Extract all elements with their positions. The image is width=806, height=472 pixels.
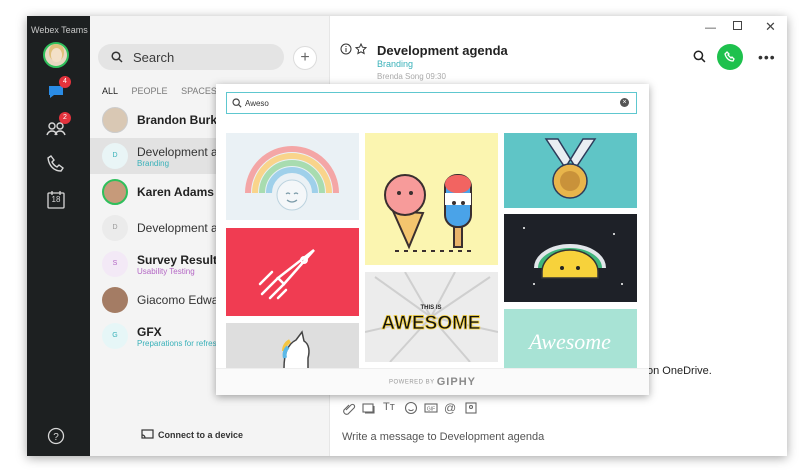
call-button[interactable] [717,44,743,70]
gif-rocket[interactable] [226,228,359,316]
avatar [102,107,128,133]
maximize-icon[interactable] [733,21,742,30]
phone-icon [724,51,735,62]
gif-small-text: THIS IS [420,305,441,311]
screenshot-icon[interactable] [362,401,376,415]
list-item-subtitle: Preparations for refresh [137,339,222,348]
help-icon[interactable]: ? [45,425,67,447]
add-button[interactable]: + [293,46,317,70]
list-item-name: GFX [137,325,162,339]
teams-icon[interactable]: 2 [45,112,71,139]
avatar [102,179,128,205]
search-icon[interactable] [693,50,706,63]
gif-space-taco[interactable] [504,214,637,302]
avatar: D [102,215,128,241]
search-bar[interactable]: Search [98,44,284,70]
message-header: Brenda Song 09:30 [377,72,446,81]
message-input[interactable]: Write a message to Development agenda [342,431,544,443]
message-text: on OneDrive. [647,365,712,377]
gif-medal[interactable] [504,133,637,208]
mention-icon[interactable]: @ [444,401,458,415]
giphy-picker: × [216,84,649,395]
filter-people[interactable]: PEOPLE [132,86,168,96]
connect-device-label: Connect to a device [158,430,244,440]
giphy-search-input[interactable] [245,96,605,110]
emoji-icon[interactable] [404,401,418,415]
giphy-attribution: POWERED BY GIPHY [216,368,649,395]
calendar-icon[interactable]: 18 [45,189,67,211]
cast-icon [141,429,154,439]
list-item-name: Brandon Burke [137,113,224,127]
star-icon[interactable] [355,43,367,55]
gif-rainbow[interactable] [226,133,359,220]
clear-icon[interactable]: × [620,98,629,107]
avatar [102,287,128,313]
whiteboard-icon[interactable] [464,401,478,415]
giphy-search-field[interactable]: × [226,92,637,114]
svg-text:?: ? [53,432,59,443]
navigation-rail: Webex Teams 4 2 18 ? [27,16,90,456]
powered-by-label: POWERED BY [389,379,435,386]
teams-badge: 2 [59,112,71,124]
info-icon[interactable] [340,43,352,55]
format-text-icon[interactable]: Tт [383,401,397,415]
close-icon[interactable]: ✕ [765,19,776,35]
list-item-name: Survey Results [137,253,224,267]
more-options-icon[interactable]: ••• [758,49,776,65]
avatar: S [102,251,128,277]
gif-script-text: Awesome [527,329,611,354]
list-item-subtitle: Branding [137,159,170,168]
gif-icon[interactable]: GIF [424,401,438,415]
minimize-icon[interactable]: — [705,22,716,34]
list-item-name: Karen Adams [137,185,214,199]
attachment-icon[interactable] [342,401,356,415]
messages-badge: 4 [59,76,71,88]
gif-banner-text: AWESOME [381,313,480,334]
giphy-logo: GIPHY [436,376,476,388]
space-subtitle[interactable]: Branding [377,59,413,69]
space-title: Development agenda [377,43,508,58]
avatar: D [102,143,128,169]
avatar: G [102,323,128,349]
user-avatar[interactable] [43,42,69,68]
svg-text:GIF: GIF [427,407,435,413]
search-icon [232,98,242,108]
list-item-subtitle: Usability Testing [137,267,195,276]
filter-spaces[interactable]: SPACES [181,86,217,96]
connect-device-button[interactable]: Connect to a device [141,429,244,440]
gif-awesome-banner[interactable]: THIS IS AWESOME [365,272,498,362]
messages-icon[interactable]: 4 [45,76,71,103]
calendar-day: 18 [51,195,61,204]
search-icon [111,51,123,63]
app-title: Webex Teams [31,25,88,35]
phone-icon[interactable] [45,153,67,175]
search-placeholder: Search [133,50,175,65]
filter-all[interactable]: ALL [102,86,118,96]
filter-tabs: ALL PEOPLE SPACES [102,86,228,96]
gif-unicorn[interactable] [226,323,359,368]
gif-icecream[interactable] [365,133,498,265]
gif-awesome-script[interactable]: Awesome [504,309,637,368]
